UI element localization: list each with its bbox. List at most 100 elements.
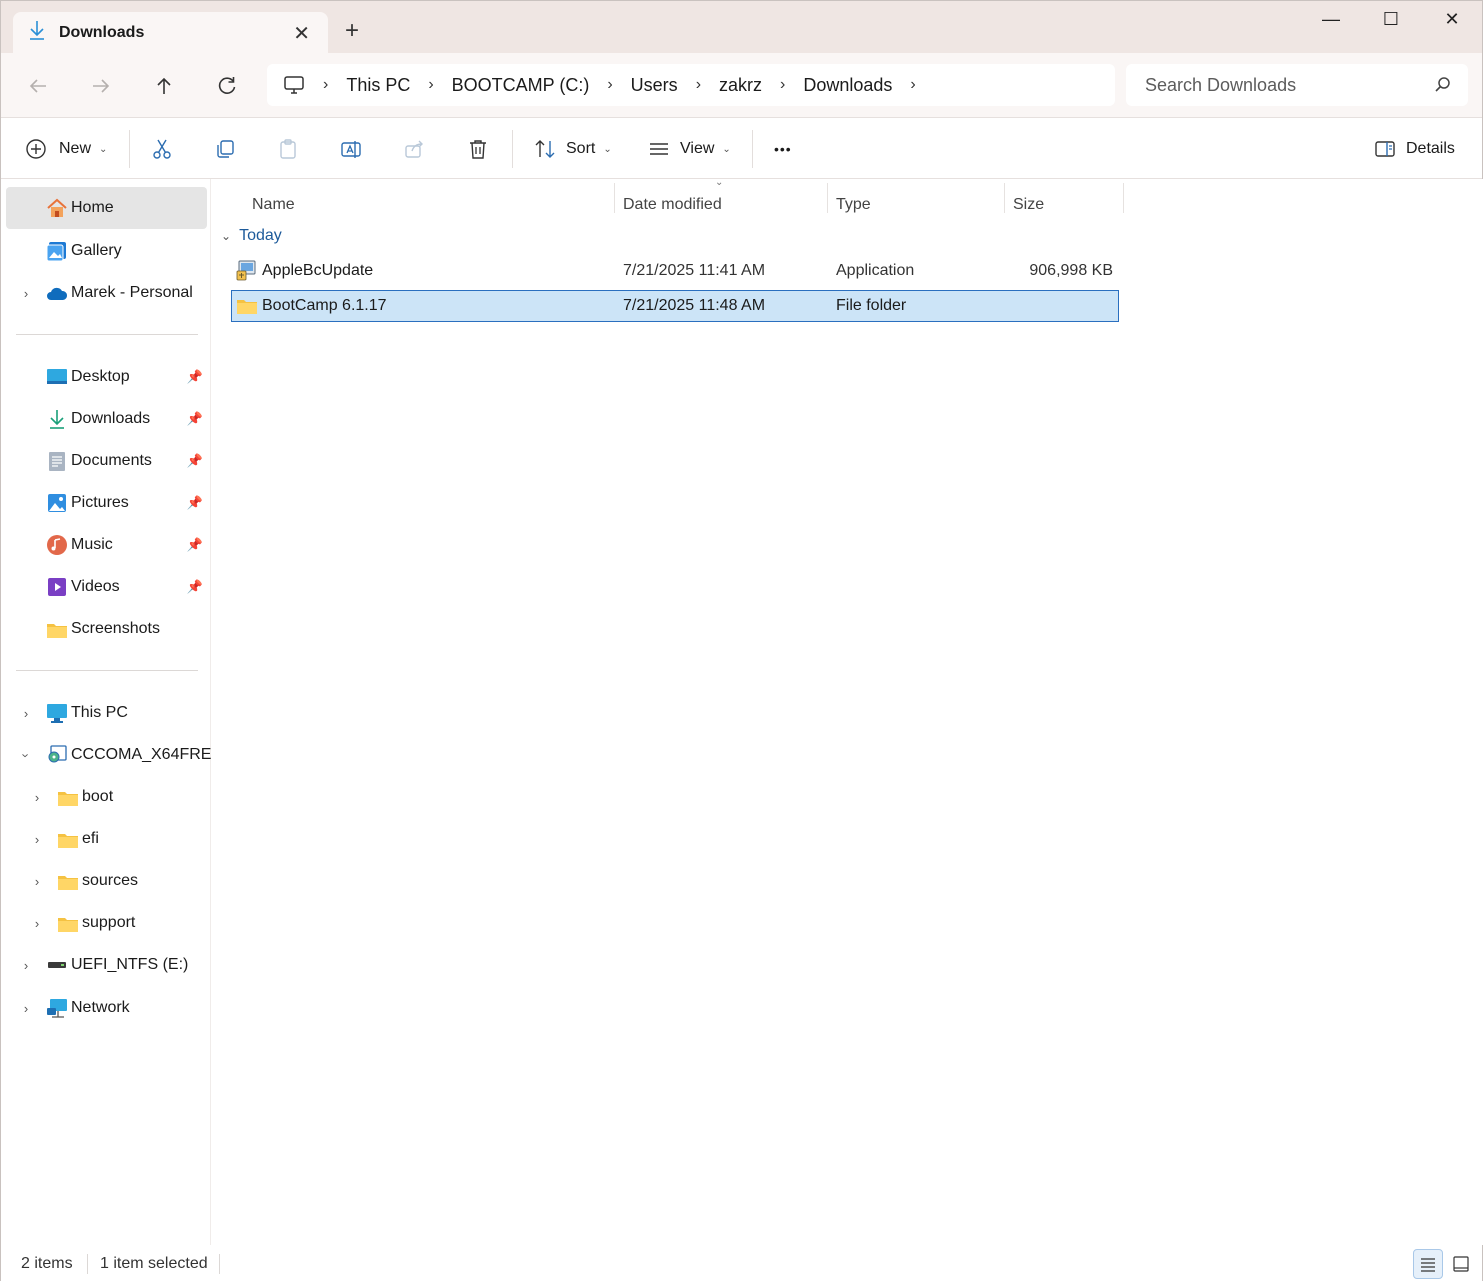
sort-button[interactable]: Sort ⌄ [534, 134, 612, 164]
more-options-button[interactable]: ••• [774, 134, 792, 164]
back-button[interactable] [22, 70, 54, 102]
chevron-right-icon[interactable]: › [19, 286, 33, 301]
tab-close-button[interactable]: ✕ [293, 21, 310, 46]
cut-button[interactable] [151, 134, 173, 164]
breadcrumb-users[interactable]: Users [631, 75, 678, 96]
file-row[interactable]: AppleBcUpdate 7/21/2025 11:41 AM Applica… [231, 255, 1119, 287]
sidebar-item-videos[interactable]: Videos 📌 [6, 566, 207, 608]
sidebar-item-label: Gallery [71, 242, 122, 259]
pin-icon[interactable]: 📌 [187, 411, 203, 427]
pin-icon[interactable]: 📌 [187, 537, 203, 553]
chevron-right-icon[interactable]: › [30, 832, 44, 847]
chevron-right-icon[interactable]: › [30, 790, 44, 805]
status-divider [219, 1254, 220, 1274]
sidebar-item-efi[interactable]: › efi [6, 818, 207, 860]
sidebar-item-this-pc[interactable]: › This PC [6, 692, 207, 734]
sidebar-item-uefi-ntfs[interactable]: › UEFI_NTFS (E:) [6, 944, 207, 986]
column-divider[interactable] [614, 183, 615, 213]
chevron-right-icon[interactable]: › [19, 1001, 33, 1016]
chevron-down-icon: ⌄ [221, 229, 232, 243]
breadcrumb-bootcamp-drive[interactable]: BOOTCAMP (C:) [452, 75, 590, 96]
this-pc-icon [46, 702, 68, 724]
sidebar-item-sources[interactable]: › sources [6, 860, 207, 902]
address-bar[interactable]: › This PC › BOOTCAMP (C:) › Users › zakr… [267, 64, 1115, 106]
chevron-right-icon[interactable]: › [19, 706, 33, 721]
forward-arrow-icon [93, 79, 110, 93]
search-input[interactable] [1145, 74, 1415, 96]
share-button[interactable] [403, 134, 425, 164]
sidebar-item-label: boot [82, 788, 114, 805]
sidebar-item-onedrive[interactable]: › Marek - Personal [6, 272, 207, 314]
copy-icon [217, 140, 234, 158]
sidebar-item-support[interactable]: › support [6, 902, 207, 944]
new-button[interactable]: New ⌄ [25, 134, 107, 164]
pin-icon[interactable]: 📌 [187, 579, 203, 595]
minimize-button[interactable]: — [1311, 9, 1351, 31]
application-icon [236, 259, 258, 286]
sidebar-item-label: sources [82, 872, 139, 889]
rename-button[interactable] [340, 134, 362, 164]
sidebar-item-gallery[interactable]: Gallery [6, 230, 207, 272]
column-divider[interactable] [1123, 183, 1124, 213]
chevron-right-icon[interactable]: › [30, 874, 44, 889]
pin-icon[interactable]: 📌 [187, 495, 203, 511]
breadcrumb-this-pc[interactable]: This PC [346, 75, 410, 96]
sidebar-item-home[interactable]: Home [6, 187, 207, 229]
downloads-icon [46, 408, 68, 430]
tiles-view-toggle[interactable] [1446, 1249, 1476, 1279]
column-divider[interactable] [827, 183, 828, 213]
sidebar-item-label: CCCOMA_X64FRE_E [71, 746, 232, 763]
breadcrumb-separator[interactable]: › [780, 76, 785, 94]
home-icon [46, 197, 68, 219]
details-pane-button[interactable]: Details [1374, 134, 1455, 164]
column-header-date-modified[interactable]: Date modified [623, 187, 722, 223]
copy-button[interactable] [214, 134, 236, 164]
pin-icon[interactable]: 📌 [187, 369, 203, 385]
forward-button[interactable] [85, 70, 117, 102]
folder-icon [236, 295, 258, 322]
column-divider[interactable] [1004, 183, 1005, 213]
refresh-button[interactable] [211, 70, 243, 102]
close-window-button[interactable]: ✕ [1432, 9, 1472, 31]
chevron-down-icon[interactable]: › [19, 748, 34, 762]
chevron-down-icon: ⌄ [603, 143, 612, 155]
column-header-name[interactable]: Name [252, 187, 295, 223]
group-header-today[interactable]: ⌄ Today [221, 224, 282, 248]
column-header-type[interactable]: Type [836, 187, 871, 223]
delete-button[interactable] [467, 134, 489, 164]
new-tab-button[interactable]: + [345, 17, 359, 45]
music-icon [46, 534, 68, 556]
folder-icon [57, 829, 79, 851]
paste-button[interactable] [277, 134, 299, 164]
breadcrumb-separator[interactable]: › [428, 76, 433, 94]
breadcrumb-separator[interactable]: › [607, 76, 612, 94]
sidebar-item-desktop[interactable]: Desktop 📌 [6, 356, 207, 398]
sidebar-item-network[interactable]: › Network [6, 987, 207, 1029]
sidebar-item-documents[interactable]: Documents 📌 [6, 440, 207, 482]
sidebar-item-boot[interactable]: › boot [6, 776, 207, 818]
sidebar-item-downloads[interactable]: Downloads 📌 [6, 398, 207, 440]
sidebar-item-music[interactable]: Music 📌 [6, 524, 207, 566]
details-view-toggle[interactable] [1413, 1249, 1443, 1279]
file-row-selected[interactable]: BootCamp 6.1.17 7/21/2025 11:48 AM File … [231, 290, 1119, 322]
tab-downloads[interactable]: Downloads ✕ [13, 12, 328, 53]
pin-icon[interactable]: 📌 [187, 453, 203, 469]
maximize-button[interactable]: ☐ [1371, 9, 1411, 31]
view-button[interactable]: View ⌄ [648, 134, 731, 164]
breadcrumb-separator[interactable]: › [696, 76, 701, 94]
sidebar-item-label: Documents [71, 452, 152, 469]
search-box[interactable] [1126, 64, 1468, 106]
sidebar-item-screenshots[interactable]: Screenshots [6, 608, 207, 650]
sort-icon [535, 140, 555, 158]
search-icon[interactable] [1434, 76, 1452, 99]
sidebar-item-pictures[interactable]: Pictures 📌 [6, 482, 207, 524]
chevron-right-icon[interactable]: › [19, 958, 33, 973]
toolbar-divider [129, 130, 130, 168]
up-button[interactable] [148, 70, 180, 102]
breadcrumb-zakrz[interactable]: zakrz [719, 75, 762, 96]
sidebar-item-dvd-drive[interactable]: › CCCOMA_X64FRE_E [6, 734, 231, 776]
breadcrumb-downloads[interactable]: Downloads [803, 75, 892, 96]
chevron-right-icon[interactable]: › [30, 916, 44, 931]
column-header-size[interactable]: Size [1013, 187, 1044, 223]
breadcrumb-separator[interactable]: › [910, 76, 915, 94]
